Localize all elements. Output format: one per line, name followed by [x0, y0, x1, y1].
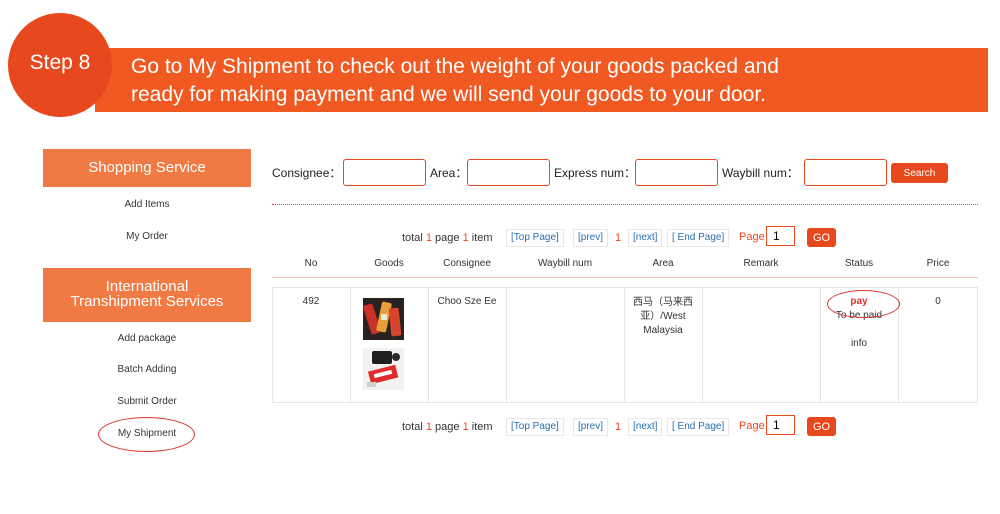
sidebar-item-submit-order[interactable]: Submit Order	[43, 396, 251, 407]
pager-current-page: 1	[615, 421, 622, 433]
product-photo-1[interactable]	[363, 298, 404, 340]
search-button[interactable]: Search	[891, 163, 948, 183]
pager-page-label: Page	[739, 231, 765, 243]
info-link[interactable]: info	[820, 338, 898, 349]
row-area-line-2: 亚）/West	[640, 311, 686, 322]
step-label: Step 8	[29, 51, 91, 74]
pager-end-page-link[interactable]: [ End Page]	[667, 418, 730, 436]
pager-next-link[interactable]: [next]	[628, 229, 663, 247]
row-area-line-3: Malaysia	[643, 325, 683, 336]
sidebar-header-shopping-service: Shopping Service	[43, 149, 251, 187]
sidebar-item-add-items[interactable]: Add Items	[43, 199, 251, 210]
sidebar-header-transhipment: International Transhipment Services	[43, 268, 251, 322]
product-photo-2[interactable]	[363, 348, 404, 390]
col-header-waybill-num: Waybill num	[537, 258, 593, 269]
banner-instructions: Go to My Shipment to check out the weigh…	[131, 53, 779, 109]
area-input[interactable]	[467, 159, 550, 186]
consignee-label: Consignee：	[272, 166, 342, 180]
status-text: To be paid	[835, 310, 883, 321]
row-consignee: Choo Sze Ee	[437, 296, 497, 307]
col-divider	[702, 287, 703, 403]
waybill-num-input[interactable]	[804, 159, 887, 186]
pager-page-label: Page	[739, 420, 765, 432]
waybill-num-label: Waybill num：	[722, 166, 799, 180]
sidebar-item-my-shipment[interactable]: My Shipment	[43, 428, 251, 439]
col-header-consignee: Consignee	[443, 258, 491, 269]
pay-link[interactable]: pay	[820, 296, 898, 307]
col-header-status: Status	[844, 258, 874, 269]
pager-top-page-link[interactable]: [Top Page]	[506, 229, 564, 247]
sidebar-item-my-order[interactable]: My Order	[43, 231, 251, 242]
pager-end-page-link[interactable]: [ End Page]	[667, 229, 730, 247]
col-header-goods: Goods	[374, 258, 404, 269]
area-label: Area：	[430, 166, 468, 180]
col-header-remark: Remark	[743, 258, 779, 269]
pager-total: total 1 page 1 item	[402, 421, 493, 433]
sidebar-header-line-1: International	[105, 278, 189, 295]
pager-bottom: total 1 page 1 item [Top Page] [prev] 1 …	[402, 415, 842, 441]
banner-line-1: Go to My Shipment to check out the weigh…	[131, 55, 779, 78]
col-header-no: No	[304, 258, 318, 269]
express-num-label: Express num：	[554, 166, 637, 180]
row-area-line-1: 西马（马来西	[633, 297, 693, 308]
pager-current-page: 1	[615, 232, 622, 244]
consignee-input[interactable]	[343, 159, 426, 186]
express-num-input[interactable]	[635, 159, 718, 186]
col-divider	[350, 287, 351, 403]
col-header-price: Price	[926, 258, 950, 269]
table-header-divider	[272, 277, 978, 278]
pager-prev-link[interactable]: [prev]	[573, 418, 609, 436]
pager-next-link[interactable]: [next]	[628, 418, 663, 436]
pager-prev-link[interactable]: [prev]	[573, 229, 609, 247]
row-area: 西马（马来西 亚）/West Malaysia	[624, 296, 702, 338]
dotted-divider	[272, 204, 978, 205]
sidebar-header-line-2: Transhipment Services	[70, 293, 224, 310]
banner-line-2: ready for making payment and we will sen…	[131, 83, 767, 106]
pager-go-button[interactable]: GO	[807, 417, 836, 436]
row-price: 0	[935, 296, 941, 307]
pager-total: total 1 page 1 item	[402, 232, 493, 244]
pager-top: total 1 page 1 item [Top Page] [prev] 1 …	[402, 226, 842, 252]
pager-page-input[interactable]	[766, 415, 795, 435]
pager-top-page-link[interactable]: [Top Page]	[506, 418, 564, 436]
pager-go-button[interactable]: GO	[807, 228, 836, 247]
col-divider	[506, 287, 507, 403]
sidebar-item-batch-adding[interactable]: Batch Adding	[43, 364, 251, 375]
pager-page-input[interactable]	[766, 226, 795, 246]
sidebar-item-add-package[interactable]: Add package	[43, 333, 251, 344]
col-header-area: Area	[652, 258, 674, 269]
row-no: 492	[302, 296, 320, 307]
